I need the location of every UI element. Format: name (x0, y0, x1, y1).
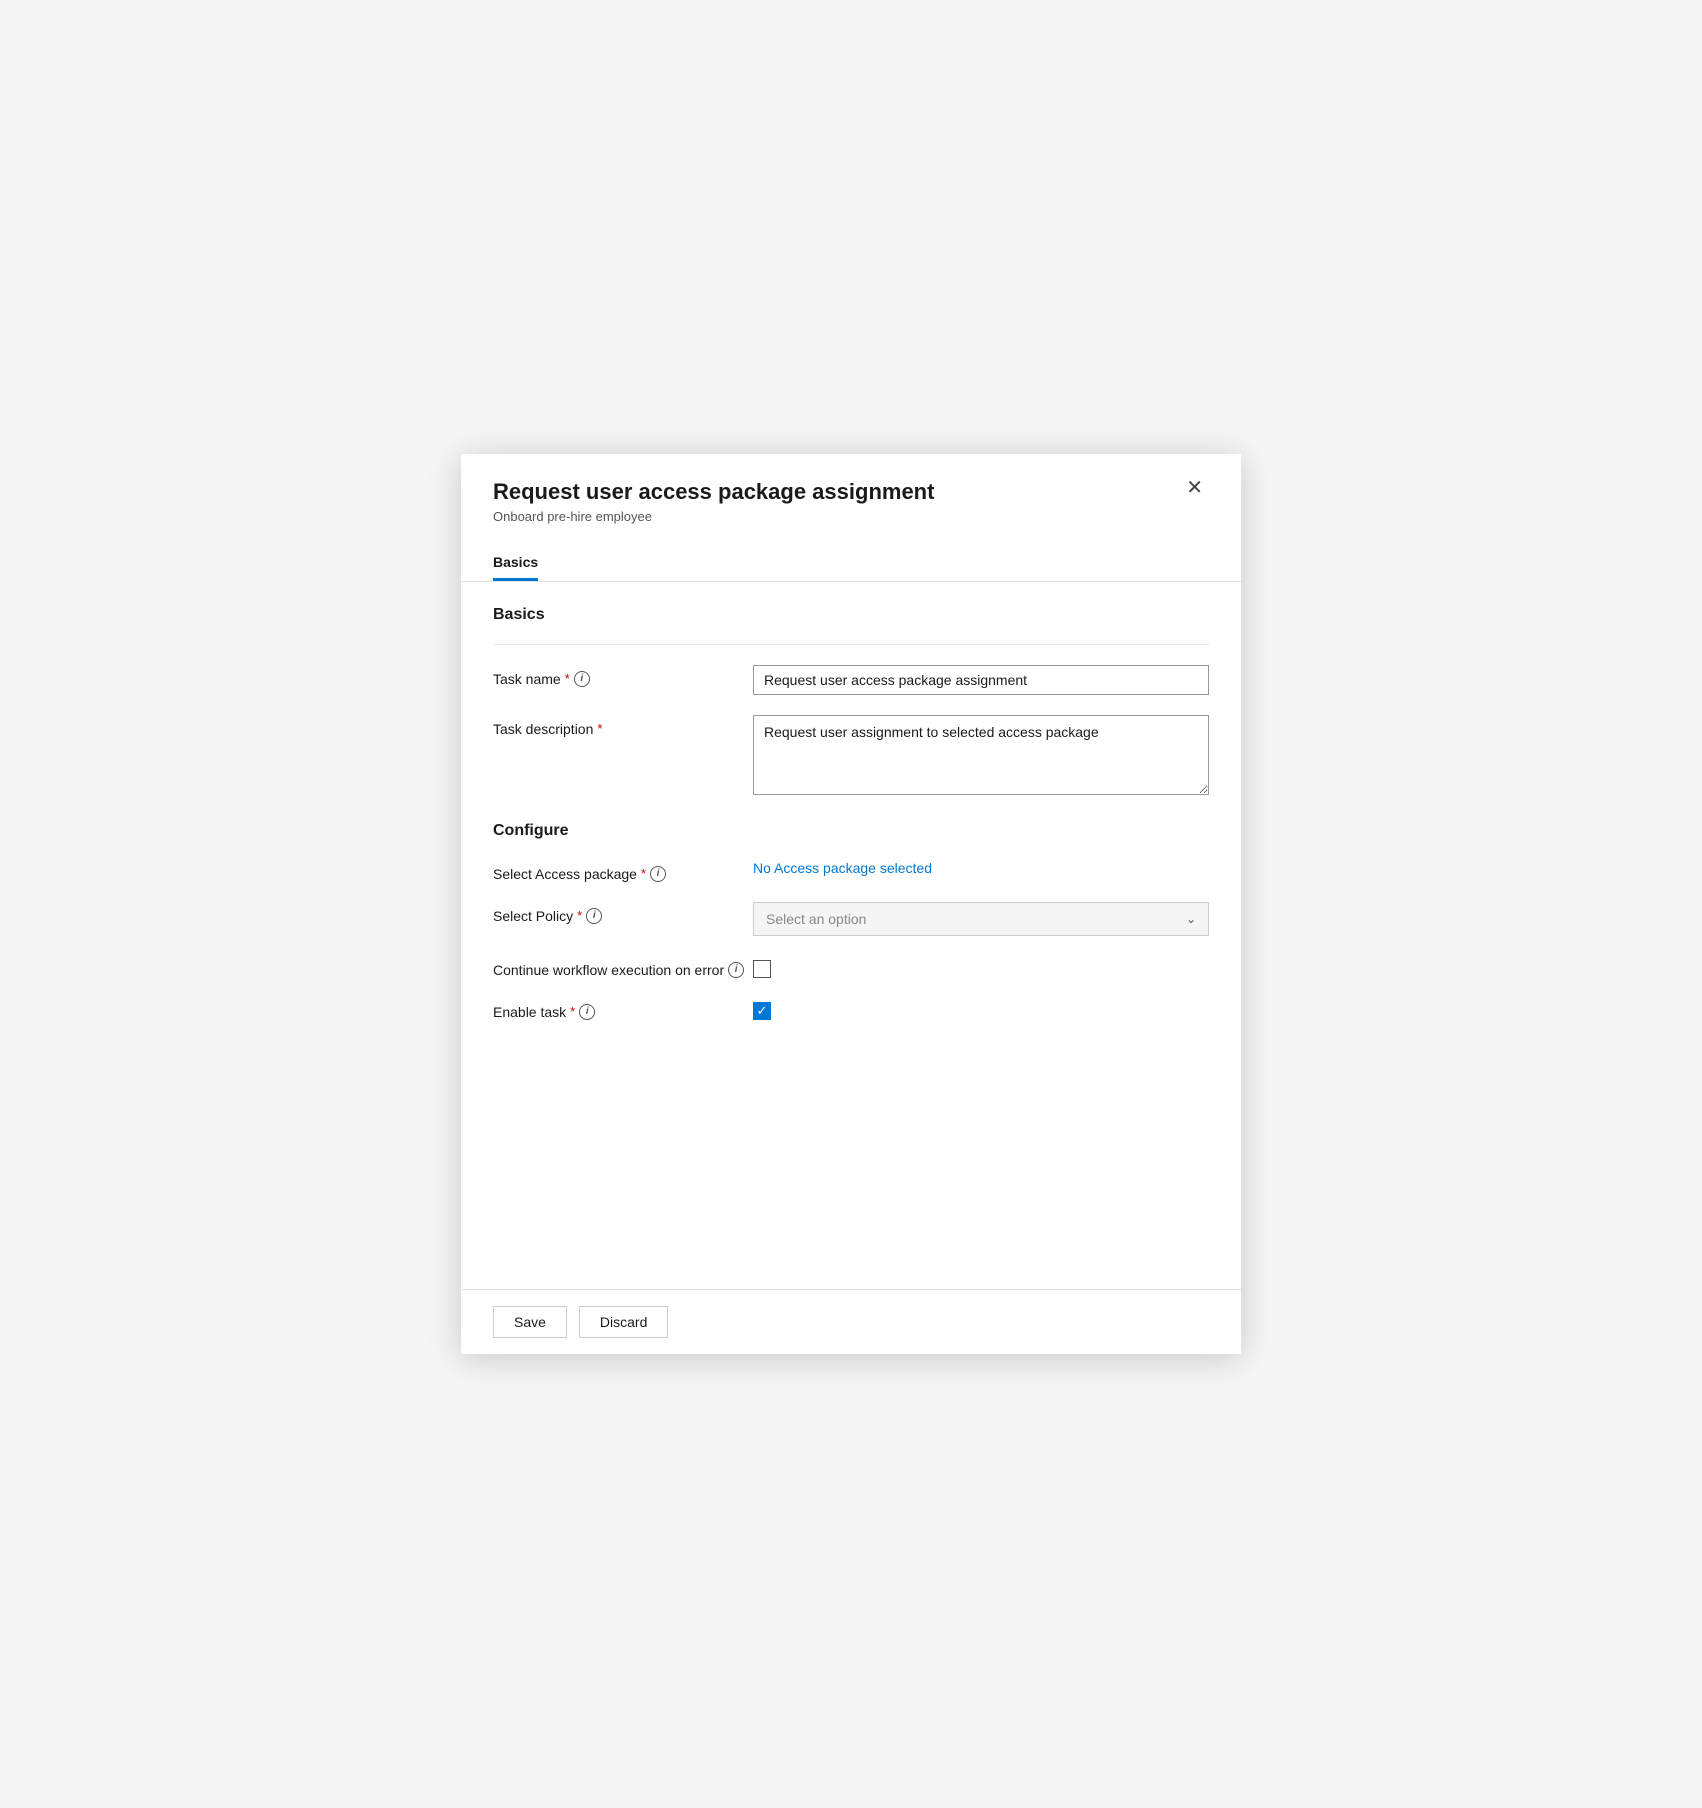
dialog-body: Basics Task name * i Task description * … (461, 582, 1241, 1289)
select-policy-label: Select Policy * i (493, 902, 753, 924)
tab-basics[interactable]: Basics (493, 544, 538, 581)
policy-info-icon[interactable]: i (586, 908, 602, 924)
policy-required: * (577, 908, 582, 923)
task-name-input[interactable] (753, 665, 1209, 695)
enable-task-label: Enable task * i (493, 998, 753, 1020)
close-button[interactable]: ✕ (1180, 476, 1209, 500)
basics-divider (493, 644, 1209, 645)
enable-task-row: Enable task * i ✓ (493, 998, 1209, 1020)
select-access-package-row: Select Access package * i No Access pack… (493, 860, 1209, 882)
access-package-info-icon[interactable]: i (650, 866, 666, 882)
task-name-row: Task name * i (493, 665, 1209, 695)
enable-task-control: ✓ (753, 998, 1209, 1020)
task-description-row: Task description * Request user assignme… (493, 715, 1209, 798)
check-icon: ✓ (757, 1003, 768, 1019)
access-package-control: No Access package selected (753, 860, 1209, 876)
task-description-label: Task description * (493, 715, 753, 737)
task-name-label: Task name * i (493, 665, 753, 687)
configure-section: Configure Select Access package * i No A… (493, 822, 1209, 1020)
dialog-subtitle: Onboard pre-hire employee (493, 509, 1180, 524)
select-access-package-label: Select Access package * i (493, 860, 753, 882)
select-policy-row: Select Policy * i Select an option ⌄ (493, 902, 1209, 936)
select-policy-dropdown[interactable]: Select an option ⌄ (753, 902, 1209, 936)
discard-button[interactable]: Discard (579, 1306, 668, 1338)
dialog-title: Request user access package assignment (493, 478, 1180, 507)
continue-on-error-info-icon[interactable]: i (728, 962, 744, 978)
tabs-bar: Basics (461, 544, 1241, 582)
enable-task-info-icon[interactable]: i (579, 1004, 595, 1020)
dialog-header: Request user access package assignment O… (461, 454, 1241, 536)
access-package-required: * (641, 866, 646, 881)
select-policy-control: Select an option ⌄ (753, 902, 1209, 936)
save-button[interactable]: Save (493, 1306, 567, 1338)
dialog-title-block: Request user access package assignment O… (493, 478, 1180, 524)
task-name-required: * (565, 671, 570, 686)
continue-on-error-checkbox[interactable] (753, 960, 771, 978)
dialog-footer: Save Discard (461, 1289, 1241, 1354)
task-description-required: * (597, 721, 602, 736)
continue-on-error-control (753, 956, 1209, 978)
task-name-info-icon[interactable]: i (574, 671, 590, 687)
dialog: Request user access package assignment O… (461, 454, 1241, 1354)
configure-section-heading: Configure (493, 822, 1209, 840)
task-name-control (753, 665, 1209, 695)
continue-on-error-label: Continue workflow execution on error i (493, 956, 753, 978)
basics-section-heading: Basics (493, 606, 1209, 624)
enable-task-required: * (570, 1004, 575, 1019)
chevron-down-icon: ⌄ (1186, 912, 1196, 926)
select-policy-placeholder: Select an option (766, 911, 866, 927)
task-description-textarea[interactable]: Request user assignment to selected acce… (753, 715, 1209, 795)
enable-task-checkbox[interactable]: ✓ (753, 1002, 771, 1020)
no-access-package-link[interactable]: No Access package selected (753, 860, 932, 876)
task-description-control: Request user assignment to selected acce… (753, 715, 1209, 798)
continue-on-error-row: Continue workflow execution on error i (493, 956, 1209, 978)
